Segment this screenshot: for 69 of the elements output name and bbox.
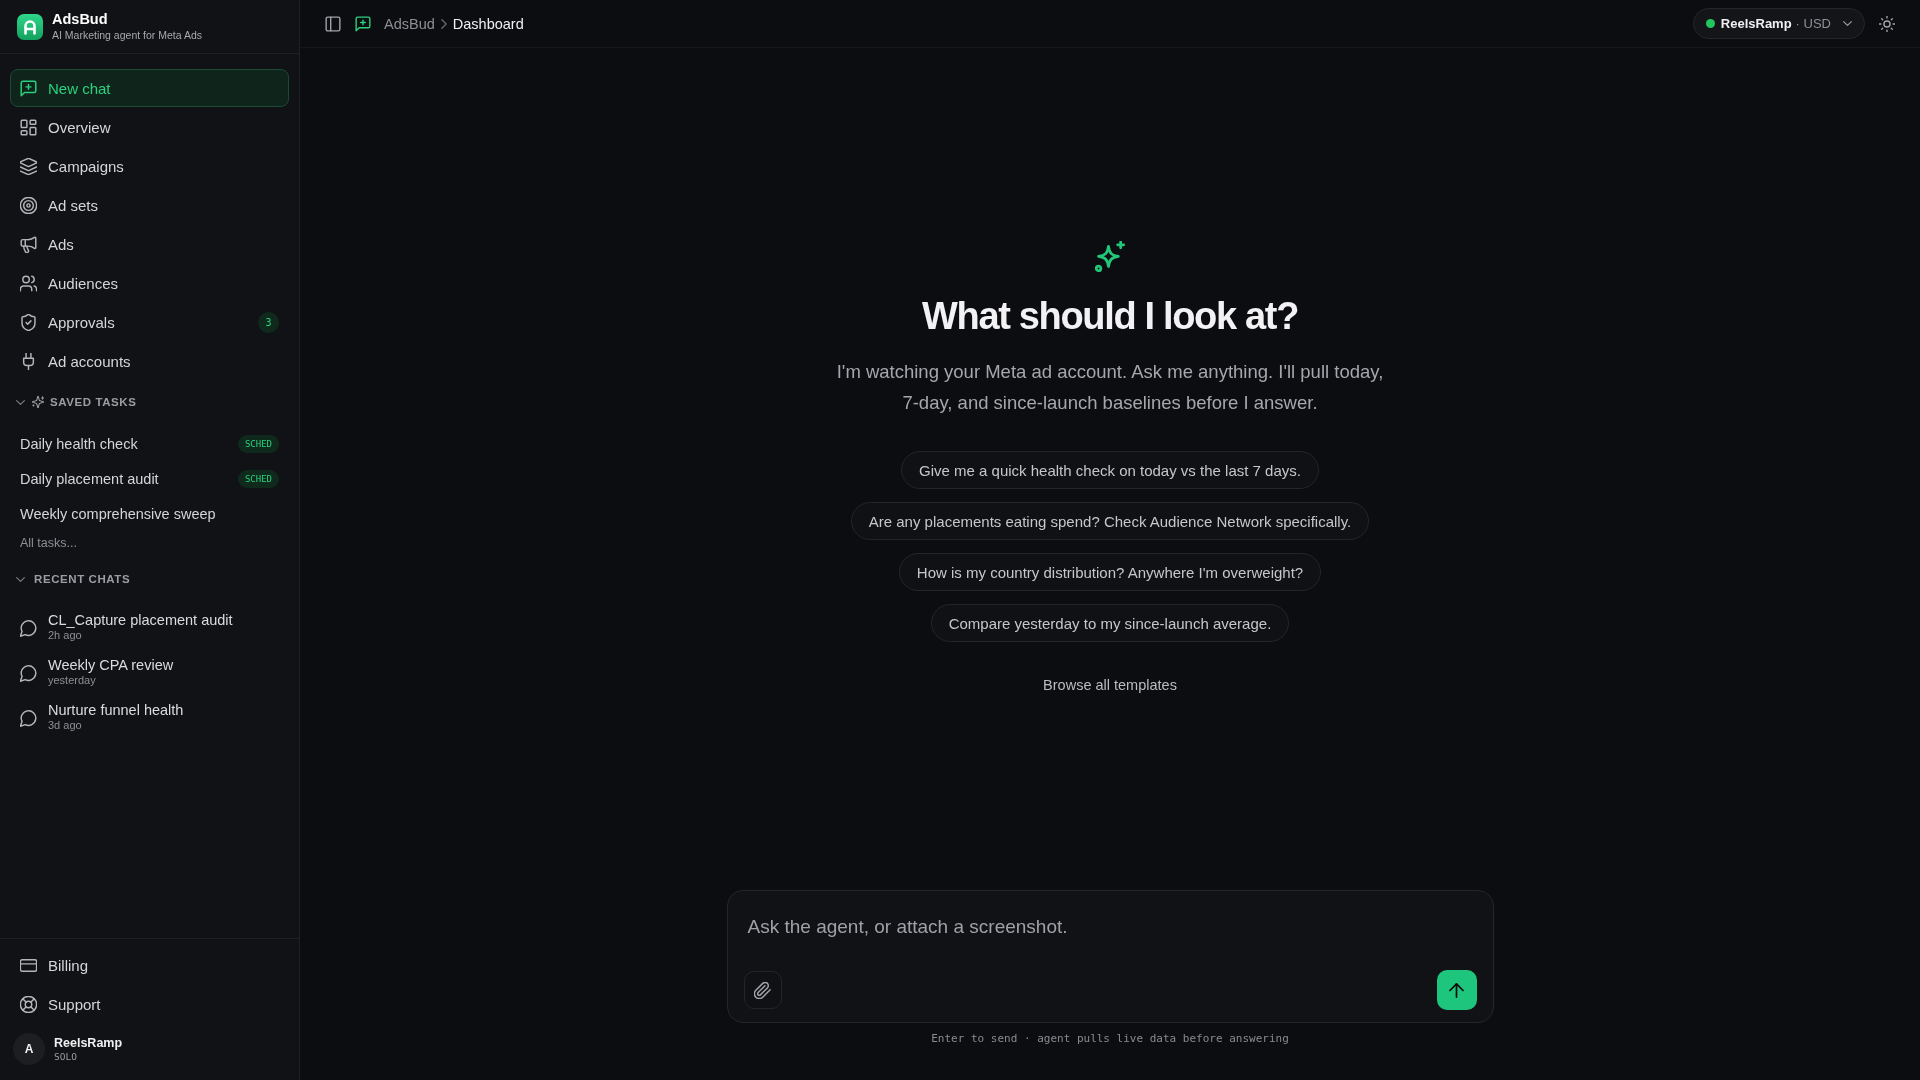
sparkles-icon (32, 396, 44, 408)
count-badge: 3 (258, 311, 279, 333)
chat-item[interactable]: Nurture funnel health 3d ago (10, 694, 289, 739)
panel-icon (325, 15, 341, 32)
timestamp: 3d ago (48, 718, 82, 732)
suggestion-chip[interactable]: Compare yesterday to my since-launch average. (930, 604, 1290, 642)
message-composer[interactable]: Ask the agent, or attach a screenshot. (726, 890, 1494, 1023)
timestamp: 2h ago (48, 628, 82, 642)
avatar: A (13, 1033, 45, 1065)
chevron-down-icon (1843, 19, 1852, 28)
hero-title: What should I look at? (921, 294, 1299, 339)
megaphone-icon (20, 235, 37, 253)
credit-card-icon (20, 956, 37, 974)
attach-button[interactable] (743, 971, 782, 1009)
logo-icon (17, 13, 43, 40)
browse-templates-link[interactable]: Browse all templates (1043, 676, 1177, 694)
task-item[interactable]: Daily health check SCHED (10, 426, 289, 461)
chat-item[interactable]: CL_Capture placement audit 2h ago (10, 604, 289, 649)
nav-item[interactable]: Ads (10, 225, 289, 263)
grid-icon (20, 118, 37, 136)
chat-bubble-icon (20, 710, 37, 727)
nav-item[interactable]: Overview (10, 108, 289, 146)
nav-item[interactable]: Campaigns (10, 147, 289, 185)
task-item[interactable]: Weekly comprehensive sweep (10, 496, 289, 531)
sun-icon (1879, 15, 1895, 32)
users-icon (20, 274, 37, 292)
chevron-down-icon (16, 574, 25, 584)
lifebuoy-icon (20, 995, 37, 1013)
suggestion-chip[interactable]: Are any placements eating spend? Check Audience Network specifically. (850, 502, 1370, 540)
chat-plus-icon (20, 79, 37, 97)
nav-item[interactable]: Approvals 3 (10, 303, 289, 341)
user-name: ReelsRamp (54, 1035, 123, 1051)
shield-check-icon (20, 313, 37, 331)
account-selector[interactable]: ReelsRamp · USD (1692, 8, 1865, 39)
all-tasks-link[interactable]: All tasks... (10, 531, 87, 555)
nav-item[interactable]: Audiences (10, 264, 289, 302)
section-toggle[interactable]: SAVED TASKS (10, 388, 289, 416)
hero-subtitle: I'm watching your Meta ad account. Ask me anything. I'll pull today, 7-day, and since-launch baselines before I answer. (835, 360, 1385, 415)
chat-plus-icon (355, 15, 371, 32)
message-input[interactable]: Ask the agent, or attach a screenshot. (743, 906, 1477, 962)
nav-item[interactable]: New chat (10, 69, 289, 107)
composer-hint: Enter to send · agent pulls live data before answering (931, 1031, 1289, 1047)
task-item[interactable]: Daily placement audit SCHED (10, 461, 289, 496)
section-toggle[interactable]: RECENT CHATS (10, 565, 289, 593)
layers-icon (20, 157, 37, 175)
brand-tagline: AI Marketing agent for Meta Ads (52, 28, 202, 42)
schedule-tag: SCHED (237, 469, 279, 488)
plug-icon (20, 352, 37, 370)
nav-item[interactable]: Ad accounts (10, 342, 289, 380)
chat-bubble-icon (20, 665, 37, 682)
chat-item[interactable]: Weekly CPA review yesterday (10, 649, 289, 694)
page-title: Dashboard (452, 15, 524, 32)
nav-item[interactable]: Support (10, 985, 289, 1023)
breadcrumb-link[interactable]: AdsBud (384, 15, 435, 32)
target-icon (20, 196, 37, 214)
chevron-right-icon (440, 18, 447, 29)
plan-label: SOLO (54, 1050, 77, 1063)
paperclip-icon (754, 981, 771, 999)
nav-item[interactable]: Ad sets (10, 186, 289, 224)
brand-name: AdsBud (52, 11, 108, 28)
chat-bubble-icon (20, 620, 37, 637)
send-button[interactable] (1436, 970, 1477, 1010)
suggestion-chip[interactable]: Give me a quick health check on today vs the last 7 days. (901, 451, 1319, 489)
sparkle-icon (1094, 241, 1126, 273)
nav-item[interactable]: Billing (10, 946, 289, 984)
timestamp: yesterday (48, 673, 96, 687)
suggestion-chip[interactable]: How is my country distribution? Anywhere I'm overweight? (898, 553, 1322, 591)
schedule-tag: SCHED (237, 434, 279, 453)
chevron-down-icon (16, 397, 25, 407)
